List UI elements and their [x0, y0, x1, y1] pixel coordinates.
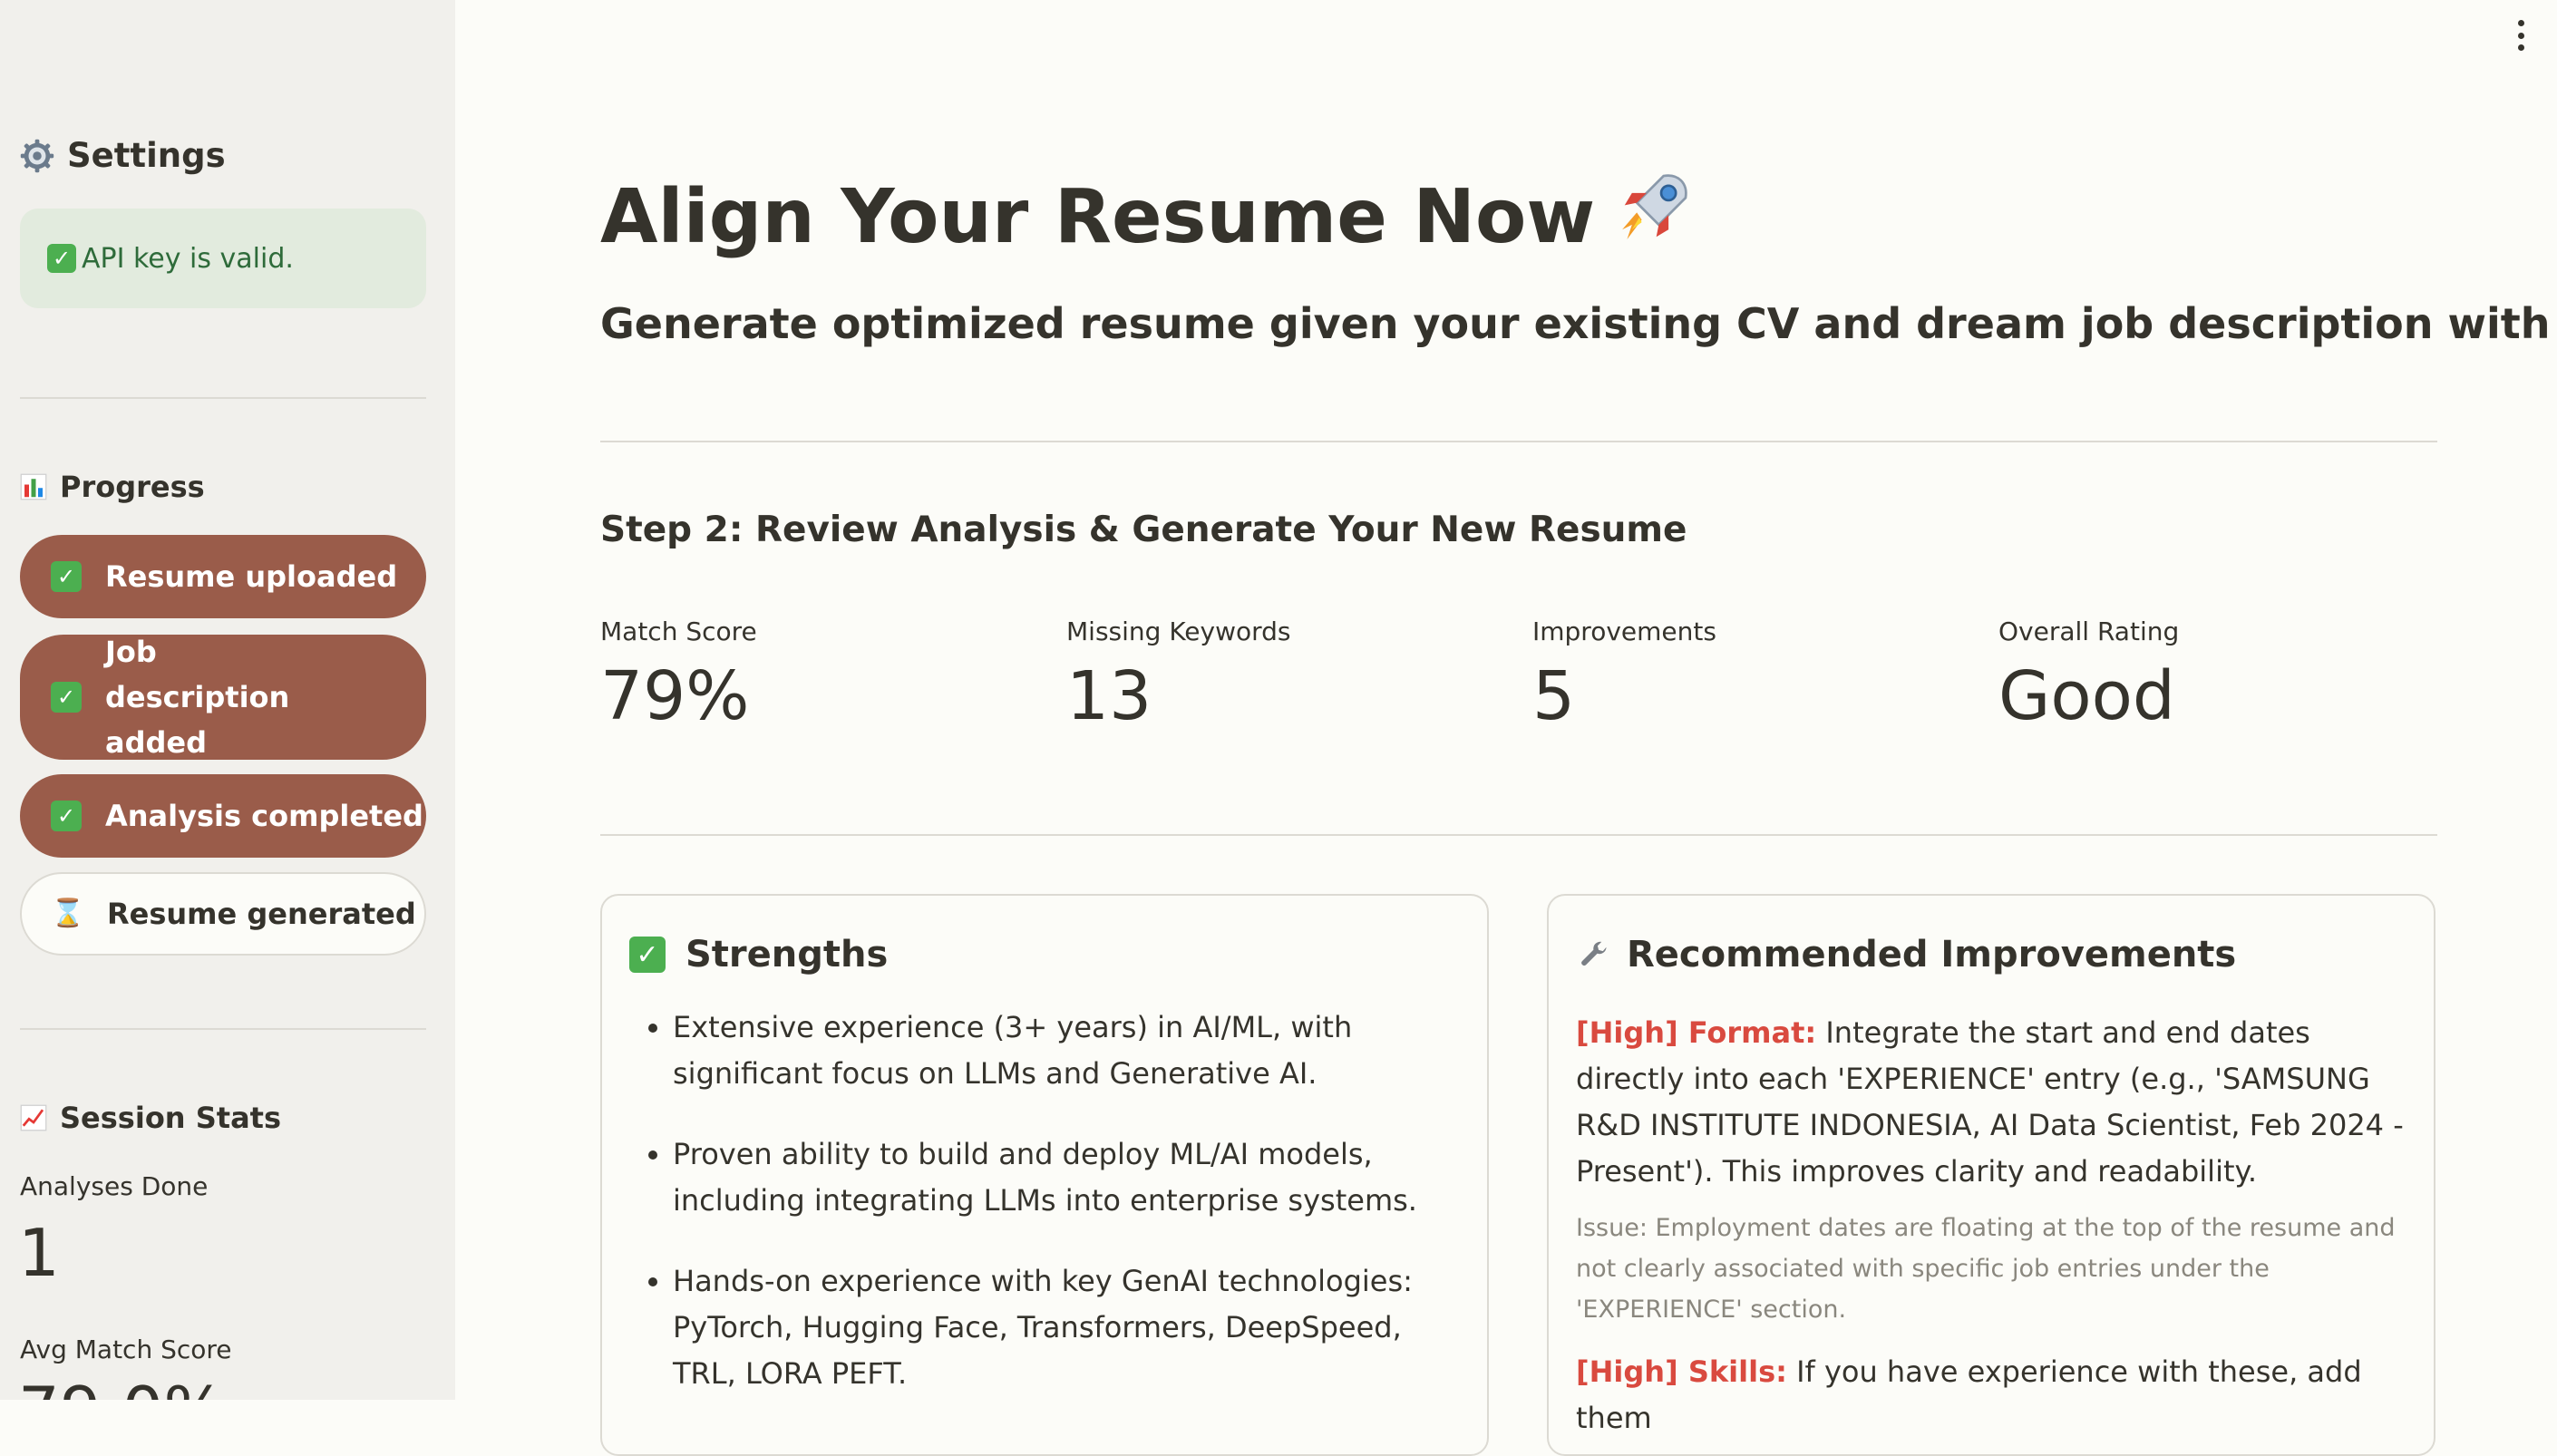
session-stats-title: Session Stats	[60, 1101, 281, 1135]
metric-label: Missing Keywords	[1066, 616, 1291, 646]
metric-value: Good	[1998, 657, 2175, 735]
settings-title: Settings	[67, 136, 226, 175]
page-subtitle: Generate optimized resume given your exi…	[600, 299, 2557, 348]
progress-step-label: Job description added	[105, 635, 290, 760]
section-divider	[600, 834, 2437, 836]
analyses-done-label: Analyses Done	[20, 1171, 209, 1201]
avg-match-score-value: 79.0%	[18, 1373, 226, 1400]
improvements-card: Recommended Improvements [High] Format: …	[1547, 894, 2435, 1456]
check-icon: ✓	[51, 682, 82, 713]
check-icon: ✓	[51, 561, 82, 592]
progress-step-resume-generated: ⌛ Resume generated	[20, 872, 426, 956]
page-title-text: Align Your Resume Now	[600, 173, 1596, 260]
api-status-text: API key is valid.	[82, 242, 294, 275]
strengths-title: Strengths	[685, 934, 889, 976]
wrench-icon	[1576, 937, 1612, 973]
page-title: Align Your Resume Now	[600, 169, 1693, 265]
menu-dot	[2517, 20, 2524, 26]
check-icon: ✓	[47, 244, 76, 273]
session-stats-heading: Session Stats	[20, 1101, 281, 1135]
settings-heading: Settings	[20, 136, 226, 175]
rocket-icon	[1615, 169, 1693, 265]
progress-step-label: Resume generated	[107, 897, 416, 931]
strength-item: Hands-on experience with key GenAI techn…	[673, 1258, 1463, 1397]
progress-heading: Progress	[20, 470, 205, 504]
progress-step-resume-uploaded: ✓ Resume uploaded	[20, 535, 426, 618]
strength-item: Proven ability to build and deploy ML/AI…	[673, 1131, 1463, 1224]
analyses-done-value: 1	[18, 1215, 60, 1291]
strengths-heading: ✓ Strengths	[629, 934, 888, 976]
gear-icon	[20, 139, 54, 173]
progress-step-job-description-added: ✓ Job description added	[20, 635, 426, 760]
progress-step-analysis-completed: ✓ Analysis completed	[20, 774, 426, 858]
improvement-priority-tag: [High] Skills:	[1576, 1354, 1787, 1389]
metric-label: Improvements	[1532, 616, 1716, 646]
metric-overall-rating: Overall Rating Good	[1998, 616, 2434, 730]
hourglass-icon: ⌛	[51, 898, 85, 929]
sidebar: Settings ✓ API key is valid. Progress ✓ …	[0, 0, 455, 1400]
api-status-alert: ✓ API key is valid.	[20, 209, 426, 308]
strengths-list: Extensive experience (3+ years) in AI/ML…	[629, 1005, 1463, 1432]
bar-chart-icon	[20, 473, 47, 500]
metric-match-score: Match Score 79%	[600, 616, 1035, 730]
progress-title: Progress	[60, 470, 205, 504]
sidebar-divider	[20, 397, 426, 399]
strength-item: Extensive experience (3+ years) in AI/ML…	[673, 1005, 1463, 1097]
metric-missing-keywords: Missing Keywords 13	[1066, 616, 1502, 730]
check-icon: ✓	[629, 937, 666, 973]
sidebar-divider	[20, 1028, 426, 1030]
improvement-item: [High] Format: Integrate the start and e…	[1576, 1010, 2410, 1195]
check-icon: ✓	[51, 801, 82, 831]
metric-value: 5	[1532, 657, 1576, 735]
avg-match-score-label: Avg Match Score	[20, 1335, 232, 1364]
progress-step-label: Resume uploaded	[105, 559, 398, 594]
improvement-issue: Issue: Employment dates are floating at …	[1576, 1214, 2396, 1324]
metric-value: 79%	[600, 657, 750, 735]
trending-chart-icon	[20, 1104, 47, 1131]
improvement-item: [High] Skills: If you have experience wi…	[1576, 1349, 2410, 1441]
improvements-heading: Recommended Improvements	[1576, 934, 2236, 976]
metric-value: 13	[1066, 657, 1152, 735]
metric-improvements: Improvements 5	[1532, 616, 1968, 730]
strengths-card: ✓ Strengths Extensive experience (3+ yea…	[600, 894, 1489, 1456]
main-menu-button[interactable]	[2512, 20, 2530, 51]
metric-label: Overall Rating	[1998, 616, 2180, 646]
progress-step-label: Analysis completed	[105, 799, 423, 833]
improvement-priority-tag: [High] Format:	[1576, 1015, 1817, 1050]
metric-label: Match Score	[600, 616, 757, 646]
section-divider	[600, 441, 2437, 442]
menu-dot	[2517, 32, 2524, 39]
improvements-title: Recommended Improvements	[1627, 934, 2237, 976]
menu-dot	[2517, 44, 2524, 51]
step-title: Step 2: Review Analysis & Generate Your …	[600, 510, 1687, 550]
